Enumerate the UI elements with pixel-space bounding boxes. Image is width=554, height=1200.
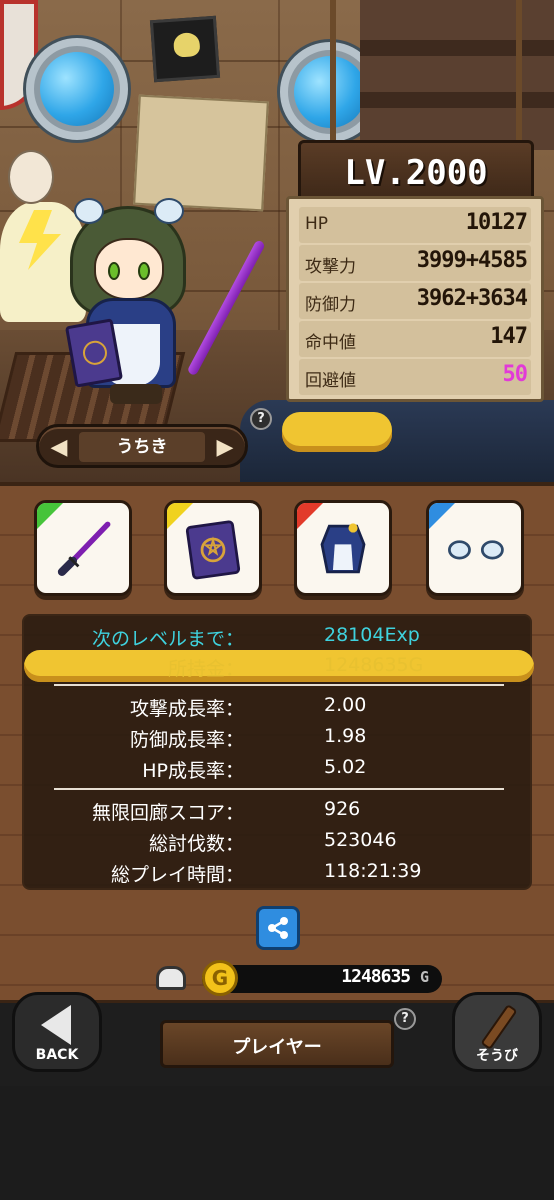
info-value: 118:21:39	[324, 860, 422, 882]
gold-coins	[282, 412, 392, 452]
prev-character-button[interactable]: ◀	[43, 431, 75, 463]
back-button[interactable]: BACK	[12, 992, 102, 1072]
info-row-hp-growth: HP成長率： 5.02	[24, 752, 534, 784]
equip-slot-weapon[interactable]	[34, 500, 132, 596]
character-selector: ◀ うちき ▶	[36, 424, 248, 468]
info-row-next-level: 次のレベルまで： 28104Exp	[24, 620, 534, 652]
hair-ornament-icon	[448, 540, 504, 560]
info-label: 次のレベルまで：	[91, 628, 244, 650]
stat-label: 防御力	[305, 295, 356, 315]
equip-button[interactable]: そうび	[452, 992, 542, 1072]
helmet-icon	[156, 966, 186, 990]
info-value: 5.02	[324, 756, 367, 778]
info-label: 攻撃成長率：	[129, 698, 244, 720]
equip-label: そうび	[476, 1048, 518, 1064]
mast-pillar	[360, 0, 554, 150]
pirate-flag	[149, 15, 221, 83]
info-row-def-growth: 防御成長率： 1.98	[24, 721, 534, 753]
stat-value-evasion: 50	[502, 362, 528, 387]
stat-value: 147	[490, 324, 528, 349]
info-value: 1.98	[324, 725, 367, 747]
info-row-playtime: 総プレイ時間： 118:21:39	[24, 856, 534, 888]
divider	[54, 788, 504, 790]
share-icon	[268, 917, 288, 939]
info-value: 523046	[324, 829, 397, 851]
equip-slot-armor[interactable]	[294, 500, 392, 596]
stat-label: 回避値	[305, 371, 356, 391]
screen-title-plank: プレイヤー	[160, 1020, 394, 1068]
character-scene: ◀ うちき ▶ ? LV.2000 HP 10127 攻撃力 3999+4585…	[0, 0, 554, 482]
back-arrow-icon	[41, 1005, 71, 1045]
info-label: 総プレイ時間：	[110, 864, 244, 886]
level-board: LV.2000	[298, 140, 534, 202]
info-label: HP成長率：	[142, 760, 244, 782]
stat-label: HP	[305, 214, 329, 234]
sword-icon	[480, 1003, 518, 1051]
player-character	[36, 194, 266, 414]
stat-row-attack: 攻撃力 3999+4585	[299, 245, 531, 281]
equip-slot-book[interactable]	[164, 500, 262, 596]
stat-value: 10127	[465, 210, 528, 235]
info-row-total-kills: 総討伐数： 523046	[24, 825, 534, 857]
stat-row-accuracy: 命中値 147	[299, 321, 531, 357]
info-label: 所持金：	[167, 658, 244, 680]
porthole-left	[26, 38, 128, 140]
spellbook-icon	[185, 520, 241, 580]
stat-panel: HP 10127 攻撃力 3999+4585 防御力 3962+3634 命中値…	[286, 196, 544, 402]
help-icon[interactable]: ?	[394, 1008, 416, 1030]
info-value: 2.00	[324, 694, 367, 716]
gold-coin-icon: G	[202, 960, 238, 996]
info-label: 総討伐数：	[148, 833, 244, 855]
stat-label: 命中値	[305, 333, 356, 353]
info-label: 防御成長率：	[129, 729, 244, 751]
katana-sprite	[186, 239, 266, 377]
share-button[interactable]	[256, 906, 300, 950]
info-value: 1248635G	[324, 654, 424, 676]
back-label: BACK	[35, 1047, 79, 1063]
info-row-money: 所持金： 1248635G	[24, 650, 534, 682]
stat-value: 3999+4585	[416, 248, 528, 273]
stat-row-hp: HP 10127	[299, 207, 531, 243]
currency-amount: 1248635 G	[341, 966, 429, 987]
divider	[54, 684, 504, 686]
player-info-box: 次のレベルまで： 28104Exp 所持金： 1248635G 攻撃成長率： 2…	[22, 614, 534, 890]
stat-value: 3962+3634	[416, 286, 528, 311]
character-name: うちき	[79, 432, 205, 462]
info-value: 28104Exp	[324, 624, 420, 646]
stat-row-defense: 防御力 3962+3634	[299, 283, 531, 319]
armor-icon	[320, 523, 366, 574]
currency-bar: G 1248635 G	[152, 960, 442, 996]
next-character-button[interactable]: ▶	[209, 431, 241, 463]
katana-icon	[57, 521, 111, 576]
info-row-corridor-score: 無限回廊スコア： 926	[24, 794, 534, 826]
stat-row-evasion: 回避値 50	[299, 359, 531, 395]
info-row-atk-growth: 攻撃成長率： 2.00	[24, 690, 534, 722]
info-value: 926	[324, 798, 361, 820]
info-label: 無限回廊スコア：	[91, 802, 244, 824]
equip-slot-accessory[interactable]	[426, 500, 524, 596]
screen-title: プレイヤー	[232, 1037, 322, 1058]
level-label: LV.2000	[344, 153, 488, 193]
help-icon[interactable]: ?	[250, 408, 272, 430]
stat-label: 攻撃力	[305, 257, 356, 277]
